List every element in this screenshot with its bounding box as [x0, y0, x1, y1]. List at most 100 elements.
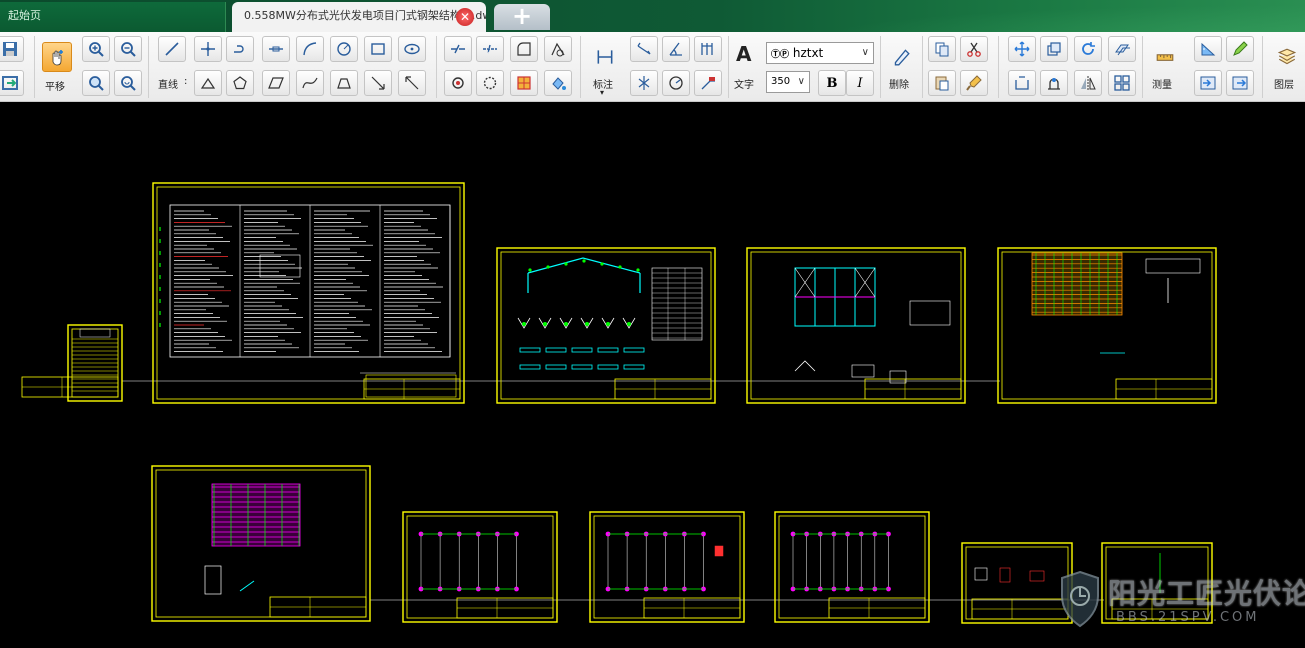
- mirror-button[interactable]: [1074, 70, 1102, 96]
- tab-close-icon[interactable]: ✕: [456, 8, 474, 26]
- extend-icon: [483, 44, 497, 54]
- match-prop-icon: [966, 75, 982, 91]
- explode-button[interactable]: [1040, 70, 1068, 96]
- baseline-dim-button[interactable]: [694, 36, 722, 62]
- rotate-button[interactable]: [1074, 36, 1102, 62]
- font-name-value: hztxt: [792, 46, 824, 60]
- hatch-button[interactable]: [510, 70, 538, 96]
- paste-button[interactable]: [928, 70, 956, 96]
- fill-button[interactable]: [544, 70, 572, 96]
- leader-button[interactable]: [694, 70, 722, 96]
- zoom-out-button[interactable]: [114, 36, 142, 62]
- tab-drawing[interactable]: 0.558MW分布式光伏发电项目门式钢架结构图.dwg: [232, 2, 486, 32]
- rectangle-button[interactable]: [364, 36, 392, 62]
- cut-button[interactable]: [960, 36, 988, 62]
- angular-dim-button[interactable]: [662, 36, 690, 62]
- trapezoid-button[interactable]: [330, 70, 358, 96]
- tab-bar: 起始页 0.558MW分布式光伏发电项目门式钢架结构图.dwg ✕ +: [0, 0, 1305, 32]
- stretch-button[interactable]: [1008, 70, 1036, 96]
- zoom-realtime-button[interactable]: [114, 70, 142, 96]
- drawing-canvas[interactable]: [0, 103, 1305, 648]
- spline-button[interactable]: [296, 70, 324, 96]
- pan-label: 平移: [45, 82, 65, 93]
- match-prop-button[interactable]: [960, 70, 988, 96]
- break-button[interactable]: [444, 70, 472, 96]
- pentagon-button[interactable]: [226, 70, 254, 96]
- layer-button[interactable]: [1274, 42, 1300, 72]
- spline-icon: [302, 77, 318, 89]
- copy-button[interactable]: [928, 36, 956, 62]
- save-icon[interactable]: [0, 36, 24, 62]
- explode-icon: [1048, 78, 1060, 90]
- italic-button[interactable]: I: [846, 70, 874, 96]
- fillet-button[interactable]: [510, 36, 538, 62]
- fillet-icon: [517, 42, 531, 56]
- pan-button[interactable]: [42, 42, 72, 72]
- sheet-foundation-plan-2: [589, 511, 745, 623]
- arc-icon: [303, 42, 317, 56]
- zoom-in-button[interactable]: [82, 36, 110, 62]
- extend-button[interactable]: [476, 36, 504, 62]
- polyline-button[interactable]: [226, 36, 254, 62]
- arrow-button[interactable]: [364, 70, 392, 96]
- erase-icon: [894, 49, 910, 66]
- trim-button[interactable]: [444, 36, 472, 62]
- cut-icon: [967, 42, 981, 57]
- font-size-dropdown-icon: ∨: [797, 76, 805, 87]
- join-button[interactable]: [476, 70, 504, 96]
- bold-button[interactable]: B: [818, 70, 846, 96]
- chamfer-button[interactable]: [544, 36, 572, 62]
- ellipse-icon: [404, 43, 420, 55]
- dimension-button[interactable]: [592, 42, 618, 72]
- radius-dim-button[interactable]: [662, 70, 690, 96]
- pan-hand-icon: [52, 50, 63, 66]
- pencil-button[interactable]: [1226, 36, 1254, 62]
- dimension-dropdown-icon[interactable]: ▾: [600, 88, 604, 97]
- polyline-icon: [234, 45, 244, 53]
- array-button[interactable]: [1108, 70, 1136, 96]
- ellipse-button[interactable]: [398, 36, 426, 62]
- font-dropdown-icon: ∨: [861, 47, 869, 58]
- layer-label: 图层: [1274, 80, 1294, 91]
- parallelogram-button[interactable]: [262, 70, 290, 96]
- new-tab-button[interactable]: +: [494, 4, 550, 30]
- parallelogram-icon: [268, 77, 284, 89]
- circle-button[interactable]: [330, 36, 358, 62]
- arc-button[interactable]: [296, 36, 324, 62]
- area-icon: [1201, 42, 1216, 56]
- tab-start-page[interactable]: 起始页: [0, 2, 226, 32]
- measure-label: 测量: [1152, 80, 1172, 91]
- zoom-window-button[interactable]: [82, 70, 110, 96]
- move-button[interactable]: [1008, 36, 1036, 62]
- diagonal-button[interactable]: [398, 70, 426, 96]
- area-button[interactable]: [1194, 36, 1222, 62]
- trim-icon: [451, 44, 465, 54]
- font-select[interactable]: ⓉⓅ hztxt ∨: [766, 42, 874, 64]
- xline-button[interactable]: [194, 36, 222, 62]
- measure-button[interactable]: [1152, 42, 1178, 72]
- linear-dim-icon: [597, 50, 613, 64]
- offset-button[interactable]: [1108, 36, 1136, 62]
- aligned-dim-icon: [637, 42, 651, 55]
- zoom-window-icon: [89, 76, 104, 91]
- ordinate-dim-button[interactable]: [630, 70, 658, 96]
- tab-start-label: 起始页: [8, 9, 41, 22]
- zoom-out-icon: [121, 42, 136, 57]
- cad-viewer-window: 起始页 0.558MW分布式光伏发电项目门式钢架结构图.dwg ✕ + 平移 直…: [0, 0, 1305, 648]
- truetype-icon: ⓉⓅ: [771, 50, 790, 60]
- triangle-button[interactable]: [194, 70, 222, 96]
- import-button[interactable]: [1194, 70, 1222, 96]
- break-icon: [452, 77, 464, 89]
- xline-icon: [201, 42, 215, 56]
- ray-icon: [269, 46, 283, 52]
- arrow-icon: [371, 76, 385, 90]
- line-button[interactable]: [158, 36, 186, 62]
- text-icon[interactable]: A: [736, 42, 751, 66]
- export-icon[interactable]: [0, 70, 24, 96]
- ray-button[interactable]: [262, 36, 290, 62]
- scale-button[interactable]: [1040, 36, 1068, 62]
- export-drawing-button[interactable]: [1226, 70, 1254, 96]
- font-size-select[interactable]: 350 ∨: [766, 71, 810, 93]
- aligned-dim-button[interactable]: [630, 36, 658, 62]
- delete-button[interactable]: [888, 42, 914, 72]
